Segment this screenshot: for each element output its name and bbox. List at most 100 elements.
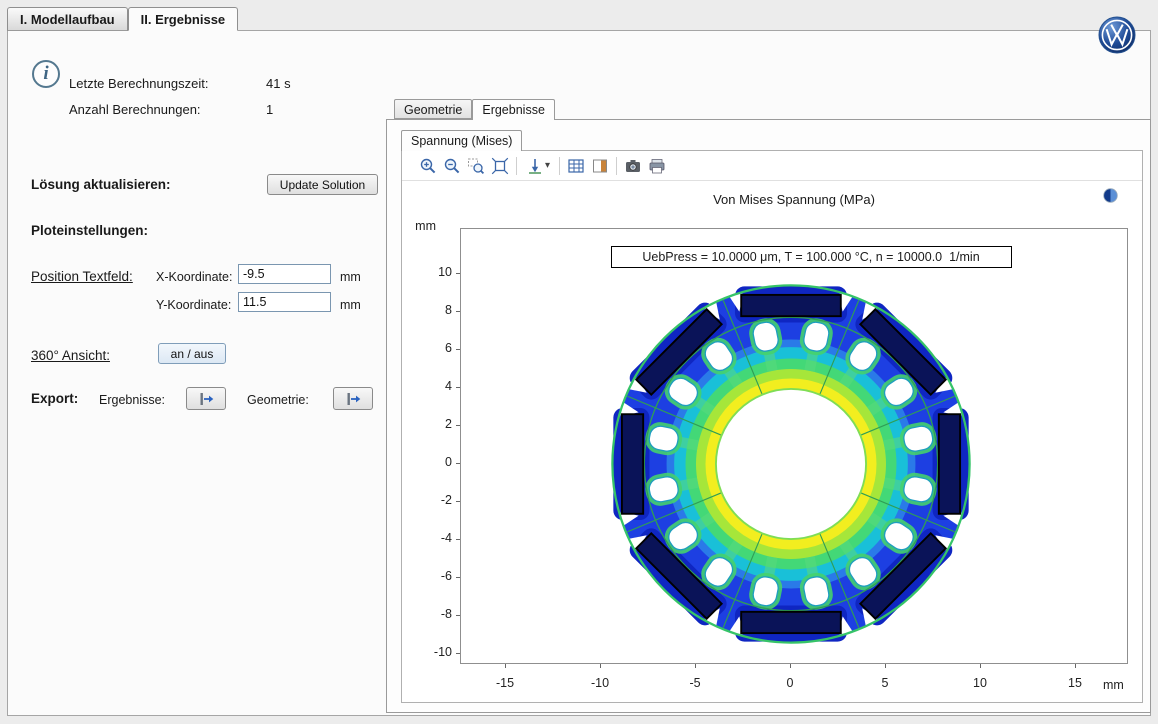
printer-icon	[648, 157, 666, 175]
main-panel: i Letzte Berechnungszeit: 41 s Anzahl Be…	[7, 30, 1151, 716]
y-tick-label: 10	[418, 265, 452, 279]
color-legend-button[interactable]	[588, 154, 612, 178]
x-tick-mark	[505, 664, 506, 668]
go-to-default-view-button[interactable]: ▾	[521, 154, 555, 178]
plot-tab-bar: Spannung (Mises)	[401, 130, 522, 151]
y-tick-label: 4	[418, 379, 452, 393]
grid-button[interactable]	[564, 154, 588, 178]
print-button[interactable]	[645, 154, 669, 178]
calc-time-value: 41 s	[266, 76, 291, 91]
y-tick-label: -8	[418, 607, 452, 621]
y-unit-label: mm	[340, 298, 361, 312]
x-tick-label: -15	[480, 676, 530, 690]
y-tick-label: 2	[418, 417, 452, 431]
zoom-in-icon	[419, 157, 437, 175]
tab-geometrie[interactable]: Geometrie	[394, 99, 472, 119]
axis-view-icon	[526, 157, 544, 175]
view-360-toggle-button[interactable]: an / aus	[158, 343, 226, 364]
export-icon	[198, 391, 214, 407]
y-tick-mark	[456, 577, 460, 578]
x-tick-mark	[885, 664, 886, 668]
x-tick-mark	[695, 664, 696, 668]
y-tick-mark	[456, 311, 460, 312]
x-coordinate-label: X-Koordinate:	[156, 270, 232, 284]
plot-settings-heading: Ploteinstellungen:	[31, 223, 148, 238]
y-tick-label: -6	[418, 569, 452, 583]
y-tick-mark	[456, 463, 460, 464]
color-legend-icon	[591, 157, 609, 175]
y-tick-mark	[456, 425, 460, 426]
y-tick-mark	[456, 387, 460, 388]
y-tick-mark	[456, 653, 460, 654]
x-tick-mark	[600, 664, 601, 668]
zoom-out-button[interactable]	[440, 154, 464, 178]
zoom-out-icon	[443, 157, 461, 175]
update-solution-label: Lösung aktualisieren:	[31, 177, 171, 192]
camera-icon	[624, 157, 642, 175]
snapshot-button[interactable]	[621, 154, 645, 178]
update-solution-button[interactable]: Update Solution	[267, 174, 378, 195]
tab-spannung-mises[interactable]: Spannung (Mises)	[401, 130, 522, 151]
vw-logo-icon	[1098, 16, 1136, 54]
y-coordinate-input[interactable]	[238, 292, 331, 312]
export-results-label: Ergebnisse:	[99, 393, 165, 407]
zoom-box-icon	[467, 157, 485, 175]
y-tick-label: -10	[418, 645, 452, 659]
y-tick-mark	[456, 539, 460, 540]
x-tick-label: -10	[575, 676, 625, 690]
toolbar-separator	[516, 157, 517, 175]
results-panel: Spannung (Mises) ▾ Von Mises Sp	[386, 119, 1151, 713]
y-axis-unit-label: mm	[410, 219, 436, 233]
toolbar-separator	[616, 157, 617, 175]
x-tick-mark	[790, 664, 791, 668]
grid-icon	[567, 157, 585, 175]
tab-ergebnisse-main[interactable]: II. Ergebnisse	[128, 7, 239, 31]
y-coordinate-label: Y-Koordinate:	[156, 298, 231, 312]
x-tick-mark	[980, 664, 981, 668]
y-tick-mark	[456, 615, 460, 616]
y-tick-label: 6	[418, 341, 452, 355]
export-label: Export:	[31, 391, 78, 406]
export-results-button[interactable]	[186, 387, 226, 410]
x-tick-label: 10	[955, 676, 1005, 690]
info-icon: i	[32, 60, 60, 88]
export-geometry-button[interactable]	[333, 387, 373, 410]
y-tick-label: -2	[418, 493, 452, 507]
y-tick-label: -4	[418, 531, 452, 545]
y-tick-mark	[456, 273, 460, 274]
results-tab-bar: Geometrie Ergebnisse	[394, 99, 555, 120]
tab-modellaufbau[interactable]: I. Modellaufbau	[7, 7, 128, 31]
x-tick-label: -5	[670, 676, 720, 690]
app-window: { "main_tabs": [ {"label": "I. Modellauf…	[0, 0, 1158, 724]
main-tab-bar: I. Modellaufbau II. Ergebnisse	[7, 7, 238, 31]
x-tick-label: 15	[1050, 676, 1100, 690]
x-axis-unit-label: mm	[1103, 678, 1124, 692]
plot-title: Von Mises Spannung (MPa)	[460, 192, 1128, 207]
x-unit-label: mm	[340, 270, 361, 284]
y-tick-mark	[456, 501, 460, 502]
export-geometry-label: Geometrie:	[247, 393, 309, 407]
export-icon	[345, 391, 361, 407]
x-tick-label: 0	[765, 676, 815, 690]
view-360-label: 360° Ansicht:	[31, 348, 110, 363]
x-coordinate-input[interactable]	[238, 264, 331, 284]
textfield-position-label: Position Textfeld:	[31, 269, 133, 284]
calc-count-value: 1	[266, 102, 273, 117]
zoom-extents-button[interactable]	[488, 154, 512, 178]
calc-count-label: Anzahl Berechnungen:	[69, 102, 201, 117]
plot-toolbar: ▾	[402, 151, 1142, 181]
zoom-extents-icon	[491, 157, 509, 175]
y-tick-label: 8	[418, 303, 452, 317]
x-tick-mark	[1075, 664, 1076, 668]
y-tick-mark	[456, 349, 460, 350]
toolbar-separator	[559, 157, 560, 175]
zoom-box-button[interactable]	[464, 154, 488, 178]
tab-ergebnisse[interactable]: Ergebnisse	[472, 99, 555, 120]
y-tick-label: 0	[418, 455, 452, 469]
graphics-area: ▾ Von Mises Spannung (MPa) mm mm	[401, 150, 1143, 703]
zoom-in-button[interactable]	[416, 154, 440, 178]
plot-annotation: UebPress = 10.0000 μm, T = 100.000 °C, n…	[611, 246, 1012, 268]
x-tick-label: 5	[860, 676, 910, 690]
calc-time-label: Letzte Berechnungszeit:	[69, 76, 208, 91]
axes-area[interactable]: UebPress = 10.0000 μm, T = 100.000 °C, n…	[460, 228, 1128, 664]
